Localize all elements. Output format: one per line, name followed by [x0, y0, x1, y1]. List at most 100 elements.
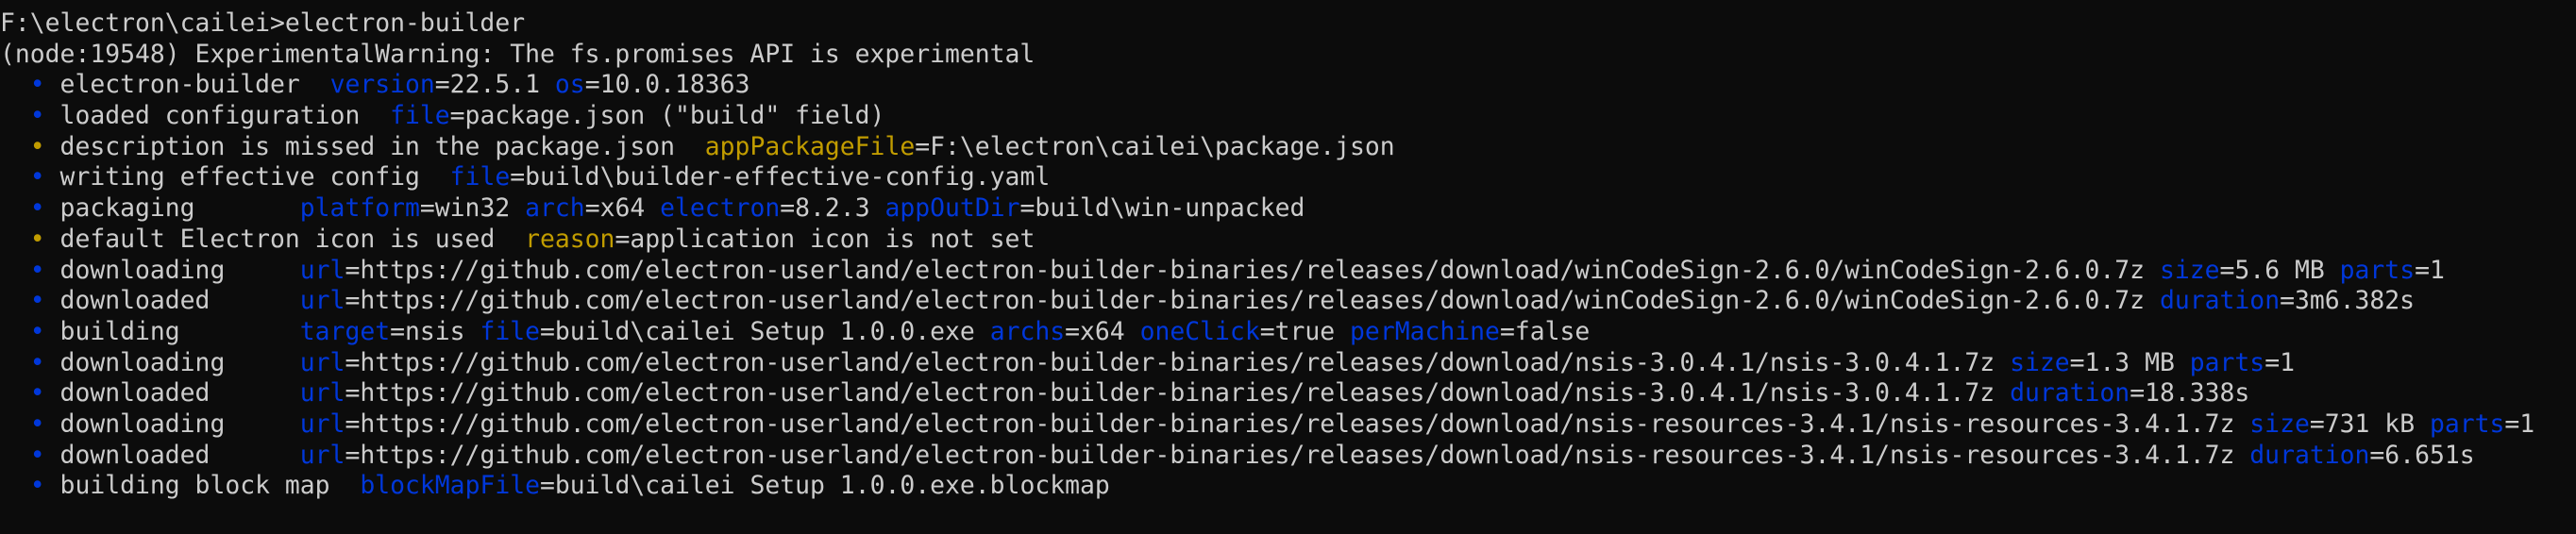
log-key: platform	[299, 193, 420, 224]
log-key: target	[299, 316, 391, 346]
log-text: downloaded	[44, 440, 300, 470]
warning-bullet-icon: •	[0, 131, 45, 161]
log-key: appPackageFile	[704, 131, 916, 161]
log-text: =10.0.18363	[584, 70, 750, 100]
log-key: oneClick	[1139, 316, 1260, 346]
terminal-line: (node:19548) ExperimentalWarning: The fs…	[0, 40, 2576, 71]
log-key: duration	[2010, 378, 2130, 409]
log-text: =build\cailei Setup 1.0.0.exe	[540, 316, 990, 346]
log-key: url	[299, 409, 345, 439]
log-text: downloading	[44, 409, 300, 439]
log-text: =https://github.com/electron-userland/el…	[345, 409, 2250, 439]
log-key: file	[449, 162, 511, 192]
log-key: parts	[2429, 409, 2505, 439]
log-text: description is missed in the package.jso…	[44, 131, 705, 161]
log-key: perMachine	[1350, 316, 1500, 346]
log-text: =build\builder-effective-config.yaml	[510, 162, 1051, 192]
log-key: file	[480, 316, 541, 346]
terminal-line: • default Electron icon is used reason=a…	[0, 225, 2576, 256]
log-text: writing effective config	[44, 162, 450, 192]
log-key: version	[329, 70, 435, 100]
log-key: duration	[2249, 440, 2370, 470]
terminal-line: • writing effective config file=build\bu…	[0, 162, 2576, 193]
terminal-line: • downloaded url=https://github.com/elec…	[0, 441, 2576, 472]
log-text: =F:\electron\cailei\package.json	[915, 131, 1395, 161]
log-key: electron	[660, 193, 781, 224]
info-bullet-icon: •	[0, 70, 45, 100]
log-key: reason	[525, 224, 615, 254]
log-text: =package.json ("build" field)	[449, 101, 885, 131]
log-key: duration	[2159, 286, 2281, 316]
info-bullet-icon: •	[0, 378, 45, 409]
log-text: =18.338s	[2130, 378, 2250, 409]
log-text: downloading	[44, 255, 300, 285]
log-text: =x64	[584, 193, 661, 224]
log-key: parts	[2339, 255, 2416, 285]
log-key: size	[2010, 347, 2070, 377]
log-text: downloaded	[44, 286, 300, 316]
log-text: =https://github.com/electron-userland/el…	[345, 347, 2011, 377]
log-key: archs	[989, 316, 1066, 346]
log-text: =https://github.com/electron-userland/el…	[345, 255, 2160, 285]
terminal-line: • downloading url=https://github.com/ele…	[0, 348, 2576, 379]
terminal-line: • building target=nsis file=build\cailei…	[0, 317, 2576, 348]
log-text: F:\electron\cailei>electron-builder	[0, 8, 526, 38]
log-text: electron-builder	[44, 70, 330, 100]
log-key: parts	[2189, 347, 2265, 377]
terminal-line: • description is missed in the package.j…	[0, 132, 2576, 163]
log-text: (node:19548) ExperimentalWarning: The fs…	[0, 39, 1035, 69]
log-text: =x64	[1065, 316, 1140, 346]
info-bullet-icon: •	[0, 471, 45, 501]
info-bullet-icon: •	[0, 286, 45, 316]
log-text: default Electron icon is used	[44, 224, 526, 254]
log-text: packaging	[44, 193, 300, 224]
log-text: =1	[2415, 255, 2445, 285]
log-key: size	[2249, 409, 2310, 439]
log-text: =build\win-unpacked	[1019, 193, 1305, 224]
terminal-line: • downloading url=https://github.com/ele…	[0, 256, 2576, 287]
log-text: =1	[2265, 347, 2295, 377]
log-text: =https://github.com/electron-userland/el…	[345, 378, 2011, 409]
log-text: =nsis	[390, 316, 480, 346]
log-key: blockMapFile	[360, 471, 541, 501]
log-text: =6.651s	[2369, 440, 2475, 470]
info-bullet-icon: •	[0, 162, 45, 192]
log-key: url	[299, 440, 345, 470]
log-key: url	[299, 378, 345, 409]
log-text: =731 kB	[2309, 409, 2430, 439]
log-text: =false	[1499, 316, 1591, 346]
terminal-line: • loaded configuration file=package.json…	[0, 101, 2576, 132]
terminal-line: • packaging platform=win32 arch=x64 elec…	[0, 193, 2576, 225]
log-text: =8.2.3	[780, 193, 885, 224]
log-text: =3m6.382s	[2280, 286, 2416, 316]
info-bullet-icon: •	[0, 409, 45, 439]
log-key: file	[390, 101, 450, 131]
log-text: downloading	[44, 347, 300, 377]
terminal-line: F:\electron\cailei>electron-builder	[0, 8, 2576, 40]
info-bullet-icon: •	[0, 193, 45, 224]
log-text: =https://github.com/electron-userland/el…	[345, 286, 2160, 316]
terminal-line: • electron-builder version=22.5.1 os=10.…	[0, 70, 2576, 101]
log-text: =1	[2504, 409, 2535, 439]
log-text: =application icon is not set	[615, 224, 1035, 254]
log-text: =1.3 MB	[2069, 347, 2190, 377]
info-bullet-icon: •	[0, 347, 45, 377]
log-text: =build\cailei Setup 1.0.0.exe.blockmap	[540, 471, 1110, 501]
log-key: url	[299, 255, 345, 285]
log-text: =22.5.1	[434, 70, 555, 100]
log-text: =true	[1259, 316, 1351, 346]
log-text: =https://github.com/electron-userland/el…	[345, 440, 2250, 470]
log-text: =win32	[419, 193, 526, 224]
log-key: url	[299, 347, 345, 377]
terminal-line: • downloading url=https://github.com/ele…	[0, 409, 2576, 441]
warning-bullet-icon: •	[0, 224, 45, 254]
log-text: downloaded	[44, 378, 300, 409]
terminal-output[interactable]: F:\electron\cailei>electron-builder (node…	[0, 8, 2576, 502]
log-text: =5.6 MB	[2219, 255, 2340, 285]
log-text: building	[44, 316, 300, 346]
log-key: arch	[525, 193, 585, 224]
terminal-line: • building block map blockMapFile=build\…	[0, 471, 2576, 502]
log-key: size	[2159, 255, 2220, 285]
terminal-line: • downloaded url=https://github.com/elec…	[0, 286, 2576, 317]
log-key: url	[299, 286, 345, 316]
